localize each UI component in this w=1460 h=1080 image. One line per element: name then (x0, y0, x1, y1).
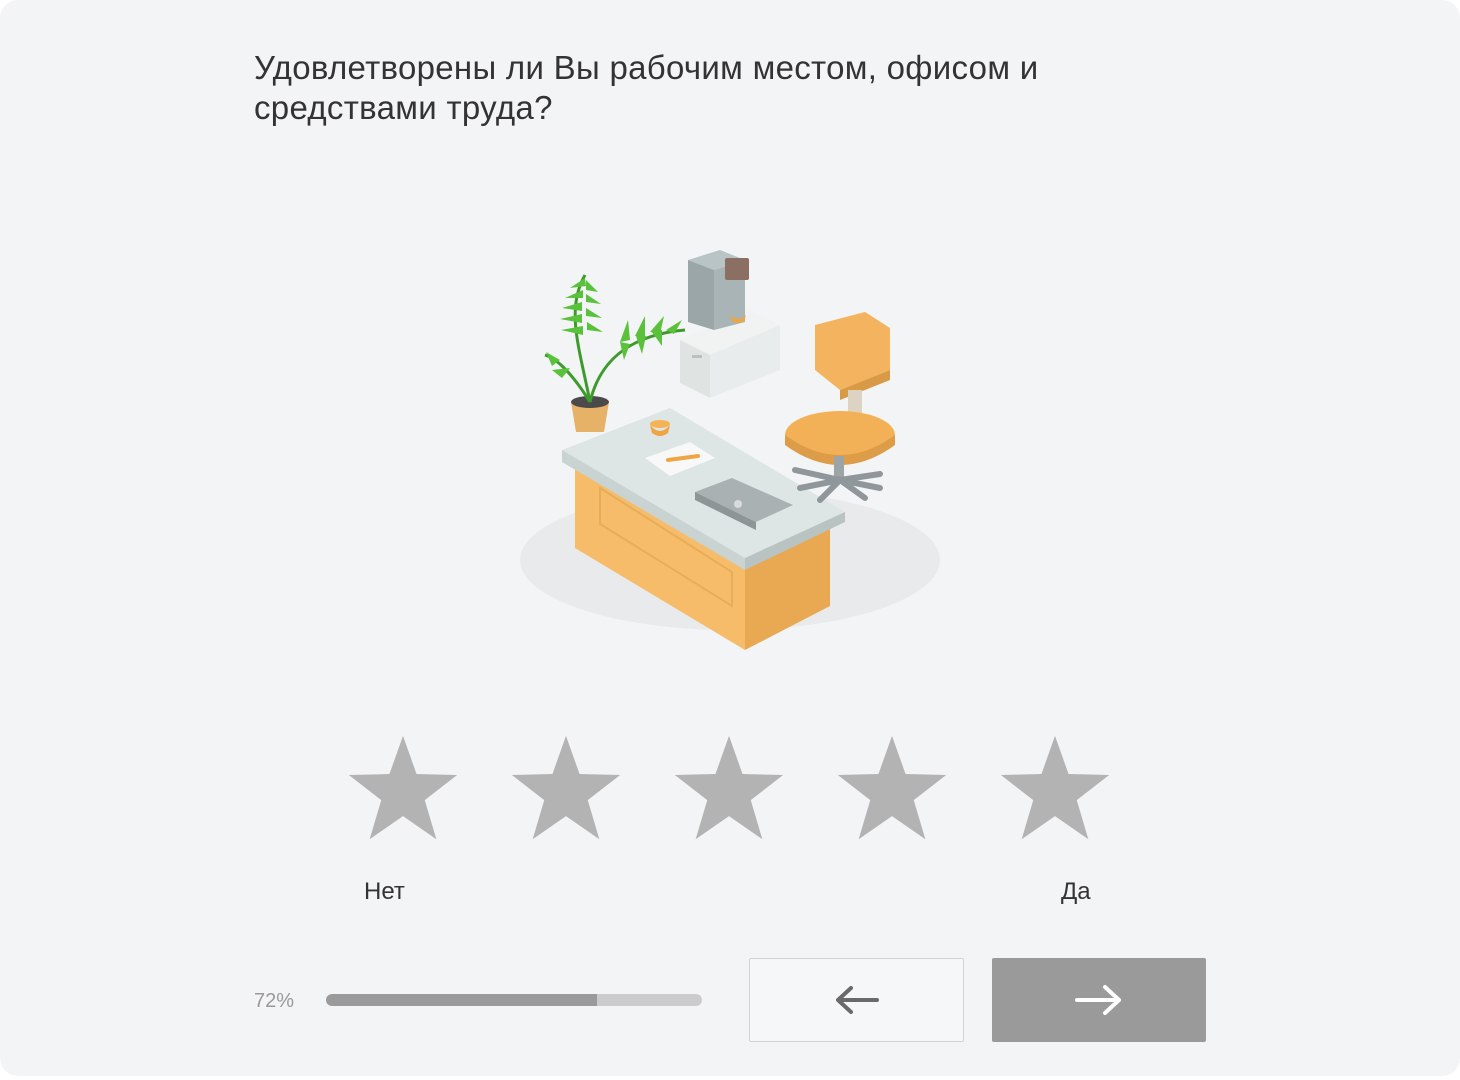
arrow-left-icon (835, 986, 879, 1014)
progress-bar (326, 994, 702, 1006)
star-1-icon[interactable] (345, 733, 461, 845)
rating-min-label: Нет (364, 878, 405, 905)
star-2-icon[interactable] (508, 733, 624, 845)
star-5-icon[interactable] (997, 733, 1113, 845)
arrow-right-icon (1075, 985, 1121, 1015)
chair (785, 312, 895, 503)
star-4-icon[interactable] (834, 733, 950, 845)
star-rating (345, 733, 1115, 845)
coffee-machine (688, 250, 749, 330)
plant (544, 274, 686, 432)
back-button[interactable] (749, 958, 964, 1042)
progress-bar-fill (326, 994, 597, 1006)
survey-card: Удовлетворены ли Вы рабочим местом, офис… (0, 0, 1460, 1076)
rating-max-label: Да (1061, 878, 1091, 905)
question-text: Удовлетворены ли Вы рабочим местом, офис… (254, 49, 1039, 126)
next-button[interactable] (992, 958, 1206, 1042)
office-workplace-illustration (470, 230, 970, 670)
progress-percent: 72% (254, 990, 295, 1012)
star-3-icon[interactable] (671, 733, 787, 845)
